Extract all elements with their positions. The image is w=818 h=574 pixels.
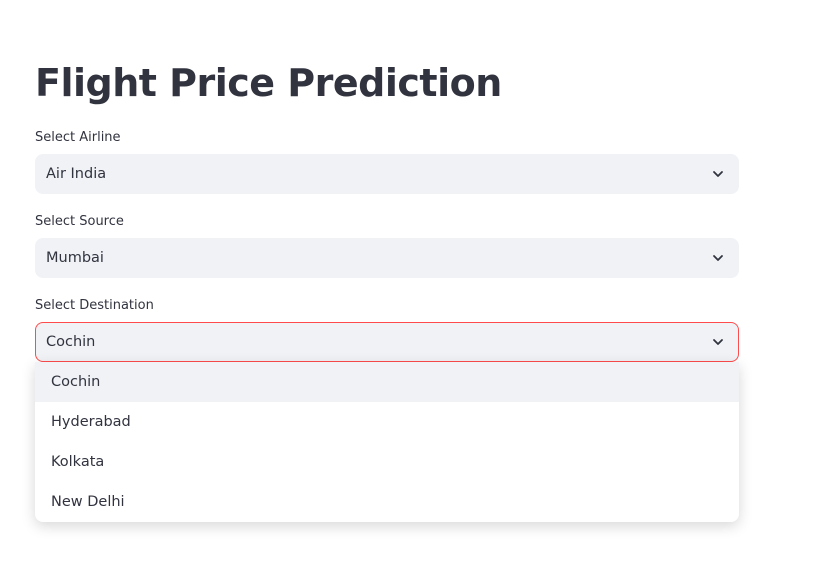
dropdown-option-new-delhi[interactable]: New Delhi bbox=[35, 482, 739, 522]
chevron-down-icon[interactable] bbox=[712, 252, 724, 264]
airline-select-value: Air India bbox=[46, 166, 107, 182]
airline-label: Select Airline bbox=[35, 130, 121, 145]
dropdown-option-cochin[interactable]: Cochin bbox=[35, 362, 739, 402]
app-page: Flight Price Prediction Select Airline A… bbox=[0, 0, 818, 574]
source-label: Select Source bbox=[35, 214, 124, 229]
destination-dropdown-menu: Cochin Hyderabad Kolkata New Delhi bbox=[35, 362, 739, 522]
destination-label: Select Destination bbox=[35, 298, 154, 313]
dropdown-option-kolkata[interactable]: Kolkata bbox=[35, 442, 739, 482]
chevron-down-icon[interactable] bbox=[712, 336, 724, 348]
destination-select[interactable]: Cochin bbox=[35, 322, 739, 362]
destination-select-value: Cochin bbox=[46, 334, 96, 350]
page-title: Flight Price Prediction bbox=[35, 61, 502, 105]
source-select-value: Mumbai bbox=[46, 250, 104, 266]
chevron-down-icon[interactable] bbox=[712, 168, 724, 180]
dropdown-option-hyderabad[interactable]: Hyderabad bbox=[35, 402, 739, 442]
airline-select[interactable]: Air India bbox=[35, 154, 739, 194]
source-select[interactable]: Mumbai bbox=[35, 238, 739, 278]
